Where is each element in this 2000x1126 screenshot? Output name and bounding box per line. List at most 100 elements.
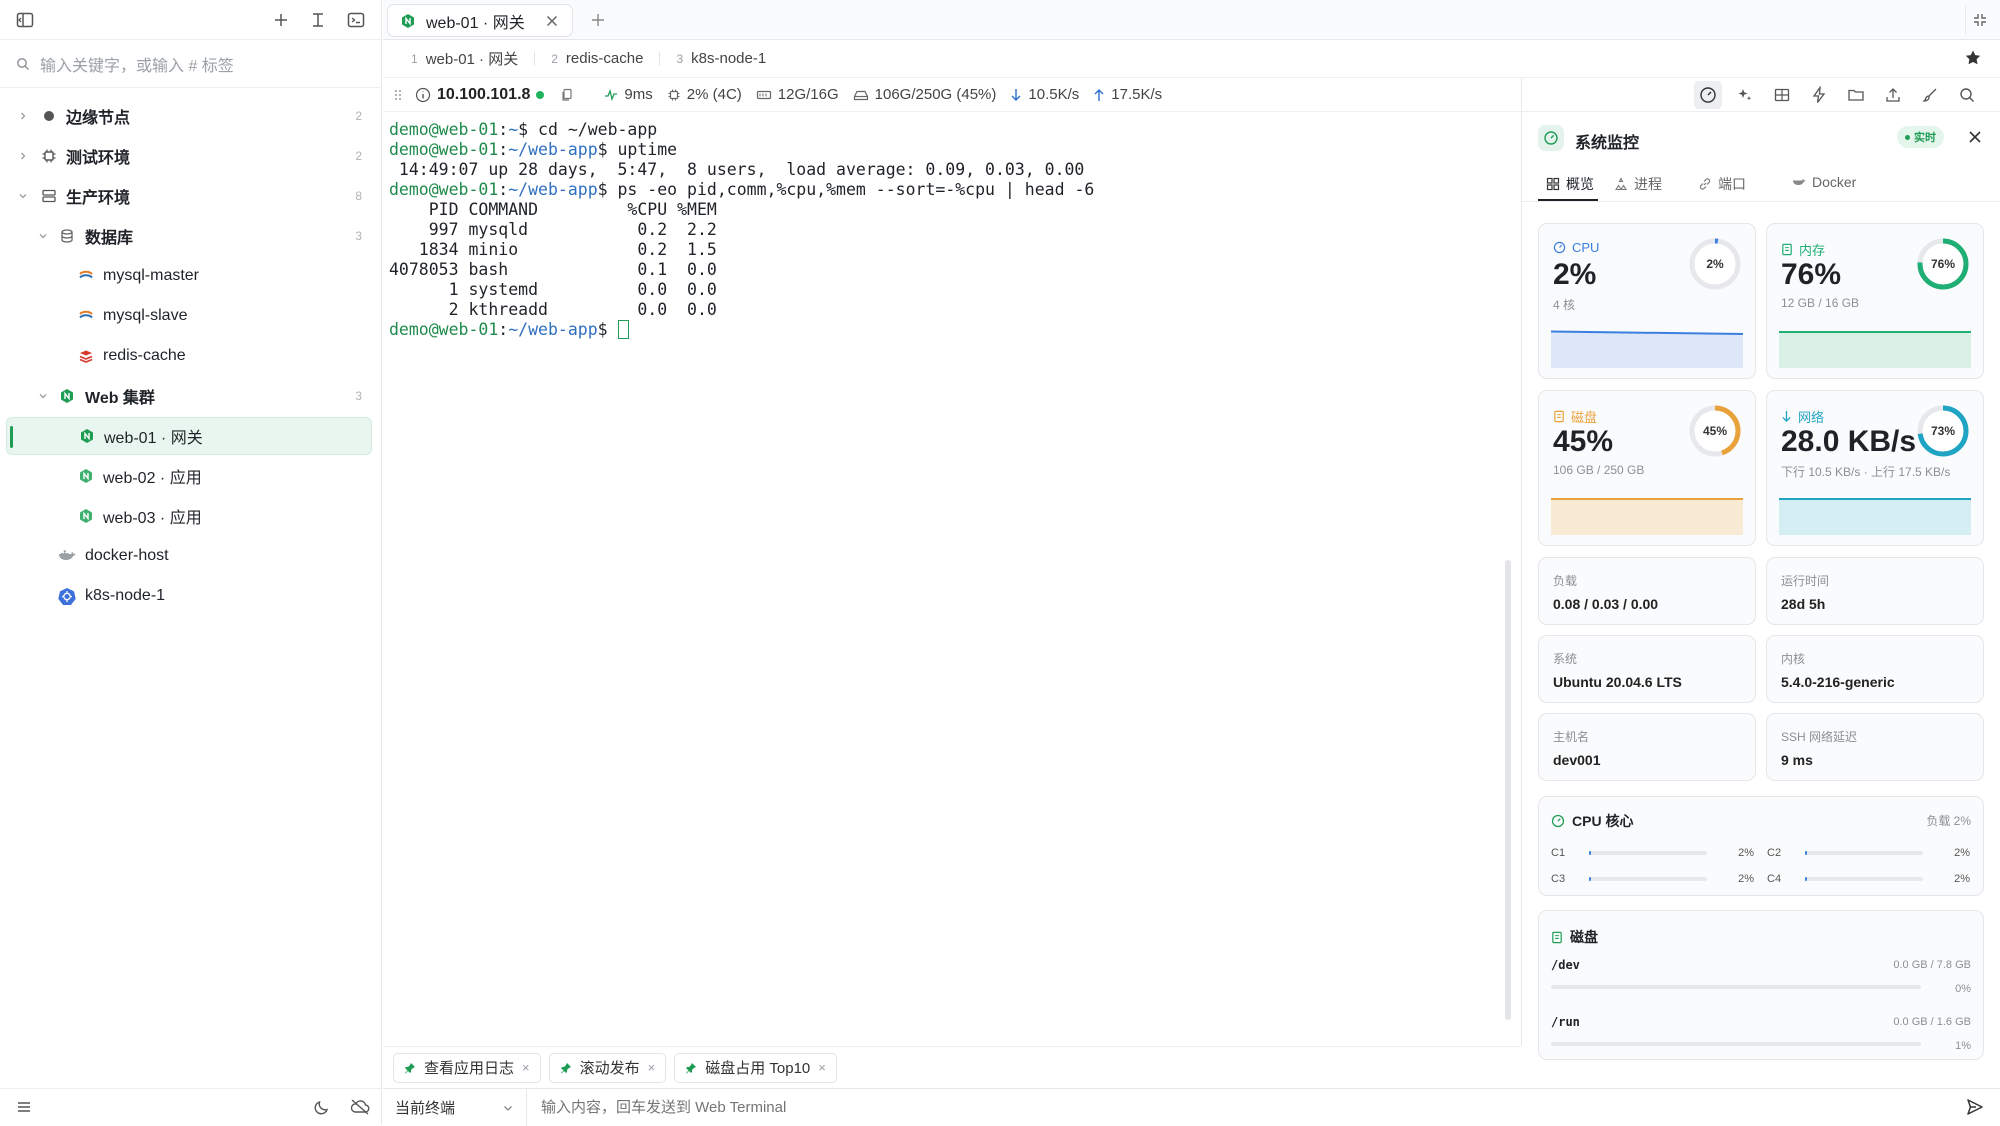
remove-icon[interactable]: ×: [818, 1060, 826, 1075]
chevron-right-icon[interactable]: [16, 109, 30, 123]
tree-group-web-cluster[interactable]: Web 集群 3: [6, 377, 372, 415]
disk-card[interactable]: 磁盘 45% 106 GB / 250 GB 45%: [1538, 390, 1756, 546]
tree-group-edge-nodes[interactable]: 边缘节点 2: [6, 97, 372, 135]
disks-header: 磁盘: [1551, 927, 1598, 947]
cpu-card-label: CPU: [1553, 240, 1599, 255]
menu-icon[interactable]: [10, 1093, 38, 1121]
tree-host-mysql-slave[interactable]: mysql-slave: [6, 297, 372, 335]
close-tab-icon[interactable]: [544, 13, 560, 29]
kubernetes-icon: [58, 587, 76, 605]
host-search[interactable]: 输入关键字，或输入 # 标签: [0, 40, 382, 88]
core-bar: [1805, 877, 1923, 881]
tree-host-k8s-node-1[interactable]: k8s-node-1: [6, 577, 372, 615]
prompt-symbol: $: [597, 180, 618, 199]
download-rate: 10.5K/s: [1010, 86, 1079, 103]
toggle-sidebar-icon[interactable]: [11, 6, 39, 34]
cpu-value: 2% (4C): [686, 86, 742, 103]
session-item[interactable]: 2 redis-cache: [551, 50, 643, 67]
prompt-user: demo@web-01: [389, 120, 499, 139]
ai-sparkle-icon[interactable]: [1731, 81, 1759, 109]
tab-ports[interactable]: 端口: [1698, 174, 1746, 194]
tab-label: Docker: [1812, 174, 1857, 190]
tree-host-redis-cache[interactable]: redis-cache: [6, 337, 372, 375]
tree-host-web-01[interactable]: web-01 · 网关: [6, 417, 372, 455]
quick-command[interactable]: 查看应用日志 ×: [393, 1052, 541, 1083]
remove-icon[interactable]: ×: [522, 1060, 530, 1075]
chevron-right-icon[interactable]: [16, 149, 30, 163]
disk-ring: 45%: [1687, 403, 1743, 459]
tab-label: 端口: [1718, 176, 1746, 192]
connection-status-bar: 10.100.101.8 9ms 2% (4C) 12G/16G 106G/25…: [383, 78, 1521, 112]
drag-handle-icon[interactable]: [393, 88, 403, 102]
pin-icon[interactable]: [1964, 49, 1982, 67]
tab-label: 进程: [1634, 176, 1662, 192]
chevron-down-icon[interactable]: [16, 189, 30, 203]
terminal-scrollbar[interactable]: [1505, 560, 1511, 1020]
gauge-icon: [1551, 814, 1565, 828]
tab-docker[interactable]: Docker: [1792, 174, 1856, 190]
tree-host-web-03[interactable]: web-03 · 应用: [6, 497, 372, 535]
close-icon[interactable]: [1966, 128, 1984, 146]
session-item[interactable]: 3 k8s-node-1: [676, 50, 766, 67]
target-select[interactable]: 当前终端: [383, 1088, 527, 1126]
arrow-down-icon: [1782, 411, 1791, 422]
search-icon[interactable]: [1953, 81, 1981, 109]
command-input[interactable]: [527, 1088, 1950, 1126]
cpu-card[interactable]: CPU 2% 4 核 2%: [1538, 223, 1756, 379]
memory-card-label: 内存: [1781, 240, 1825, 259]
cloud-off-icon[interactable]: [346, 1093, 374, 1121]
remove-icon[interactable]: ×: [648, 1060, 656, 1075]
terminal-command-line: demo@web-01:~$ cd ~/web-app: [389, 120, 1517, 140]
chevron-down-icon[interactable]: [36, 229, 50, 243]
core-row: C3 2%: [1551, 873, 1754, 885]
copy-icon[interactable]: [560, 88, 574, 102]
tree-host-docker-host[interactable]: docker-host: [6, 537, 372, 575]
quick-command[interactable]: 滚动发布 ×: [548, 1052, 667, 1083]
tree-group-prod-env[interactable]: 生产环境 8: [6, 177, 372, 215]
add-host-icon[interactable]: [267, 6, 295, 34]
network-value: 28.0 KB/s: [1781, 425, 1917, 458]
fullscreen-exit-icon[interactable]: [1965, 6, 1993, 34]
chevron-down-icon[interactable]: [36, 389, 50, 403]
text-cursor-icon[interactable]: [304, 6, 332, 34]
cpu-cores: 4 核: [1553, 298, 1576, 312]
folder-icon[interactable]: [1842, 81, 1870, 109]
send-icon[interactable]: [1950, 1089, 2000, 1126]
memory-card[interactable]: 内存 76% 12 GB / 16 GB 76%: [1766, 223, 1984, 379]
new-tab-icon[interactable]: [584, 6, 612, 34]
session-label: redis-cache: [565, 50, 644, 67]
memory-value: 12G/16G: [777, 86, 839, 103]
network-card[interactable]: 网络 28.0 KB/s 下行 10.5 KB/s · 上行 17.5 KB/s…: [1766, 390, 1984, 546]
lightning-icon[interactable]: [1805, 81, 1833, 109]
tab-processes[interactable]: 进程: [1614, 174, 1662, 194]
upload-icon[interactable]: [1879, 81, 1907, 109]
pin-icon: [560, 1062, 571, 1073]
terminal-icon[interactable]: [342, 6, 370, 34]
session-item[interactable]: 1 web-01 · 网关: [411, 48, 518, 69]
terminal-output-line: 997 mysqld 0.2 2.2: [389, 220, 717, 239]
disk-size: 0.0 GB / 7.8 GB: [1893, 959, 1971, 971]
info-icon: [415, 87, 431, 102]
tree-host-web-02[interactable]: web-02 · 应用: [6, 457, 372, 495]
quick-command[interactable]: 磁盘占用 Top10 ×: [674, 1052, 837, 1083]
tab-label: web-01 · 网关: [426, 14, 525, 32]
monitor-tabs: 概览 进程 端口 Docker: [1522, 166, 2000, 202]
info-key: 主机名: [1553, 730, 1590, 744]
brush-icon[interactable]: [1916, 81, 1944, 109]
moon-icon[interactable]: [308, 1093, 336, 1121]
layout-grid-icon[interactable]: [1768, 81, 1796, 109]
nginx-icon: [58, 387, 76, 405]
terminal-output[interactable]: demo@web-01:~$ cd ~/web-app demo@web-01:~…: [389, 120, 1517, 1040]
tab-web-01[interactable]: web-01 · 网关: [387, 4, 573, 37]
chip-icon: [40, 147, 58, 165]
core-bar: [1589, 877, 1707, 881]
metric-label: 磁盘: [1571, 410, 1598, 425]
cpu-cores-title: CPU 核心: [1572, 813, 1634, 829]
tab-bar: web-01 · 网关: [383, 0, 2000, 40]
tree-group-test-env[interactable]: 测试环境 2: [6, 137, 372, 175]
tree-group-database[interactable]: 数据库 3: [6, 217, 372, 255]
tree-host-mysql-master[interactable]: mysql-master: [6, 257, 372, 295]
core-bar-fill: [1805, 877, 1808, 881]
tab-overview[interactable]: 概览: [1546, 174, 1594, 194]
dashboard-icon[interactable]: [1694, 81, 1722, 109]
